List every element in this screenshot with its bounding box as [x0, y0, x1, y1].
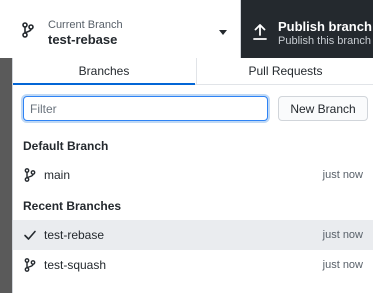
tab-branches[interactable]: Branches	[13, 58, 195, 85]
filter-input[interactable]	[23, 96, 268, 121]
branch-name: test-rebase	[44, 228, 105, 242]
current-branch-button[interactable]: Current Branch test-rebase	[0, 0, 241, 58]
current-branch-caption: Current Branch	[48, 19, 123, 31]
branch-row-test-rebase[interactable]: test-rebase just now	[13, 220, 373, 250]
caret-down-icon	[219, 30, 227, 35]
tab-pull-requests[interactable]: Pull Requests	[196, 58, 373, 85]
default-branch-header: Default Branch	[23, 139, 109, 153]
new-branch-button[interactable]: New Branch	[278, 96, 368, 121]
branch-tabs: Branches Pull Requests	[13, 58, 373, 85]
recent-branches-header: Recent Branches	[23, 199, 122, 213]
branch-name: test-squash	[44, 258, 107, 272]
branch-time: just now	[322, 229, 363, 241]
publish-branch-button[interactable]: Publish branch Publish this branch	[241, 0, 373, 58]
git-branch-icon	[24, 168, 36, 182]
branch-time: just now	[322, 169, 363, 181]
current-branch-name: test-rebase	[48, 32, 118, 47]
check-icon	[24, 230, 36, 240]
branches-popover: Branches Pull Requests New Branch Defaul…	[12, 58, 373, 293]
branch-row-test-squash[interactable]: test-squash just now	[13, 250, 373, 280]
publish-branch-subtitle: Publish this branch	[278, 35, 371, 47]
git-branch-icon	[22, 22, 34, 38]
upload-icon	[253, 24, 267, 40]
branch-row-main[interactable]: main just now	[13, 160, 373, 190]
publish-branch-title: Publish branch	[278, 19, 372, 34]
branch-time: just now	[322, 259, 363, 271]
git-branch-icon	[24, 258, 36, 272]
branch-name: main	[44, 168, 71, 182]
selected-tab-indicator	[13, 83, 195, 85]
